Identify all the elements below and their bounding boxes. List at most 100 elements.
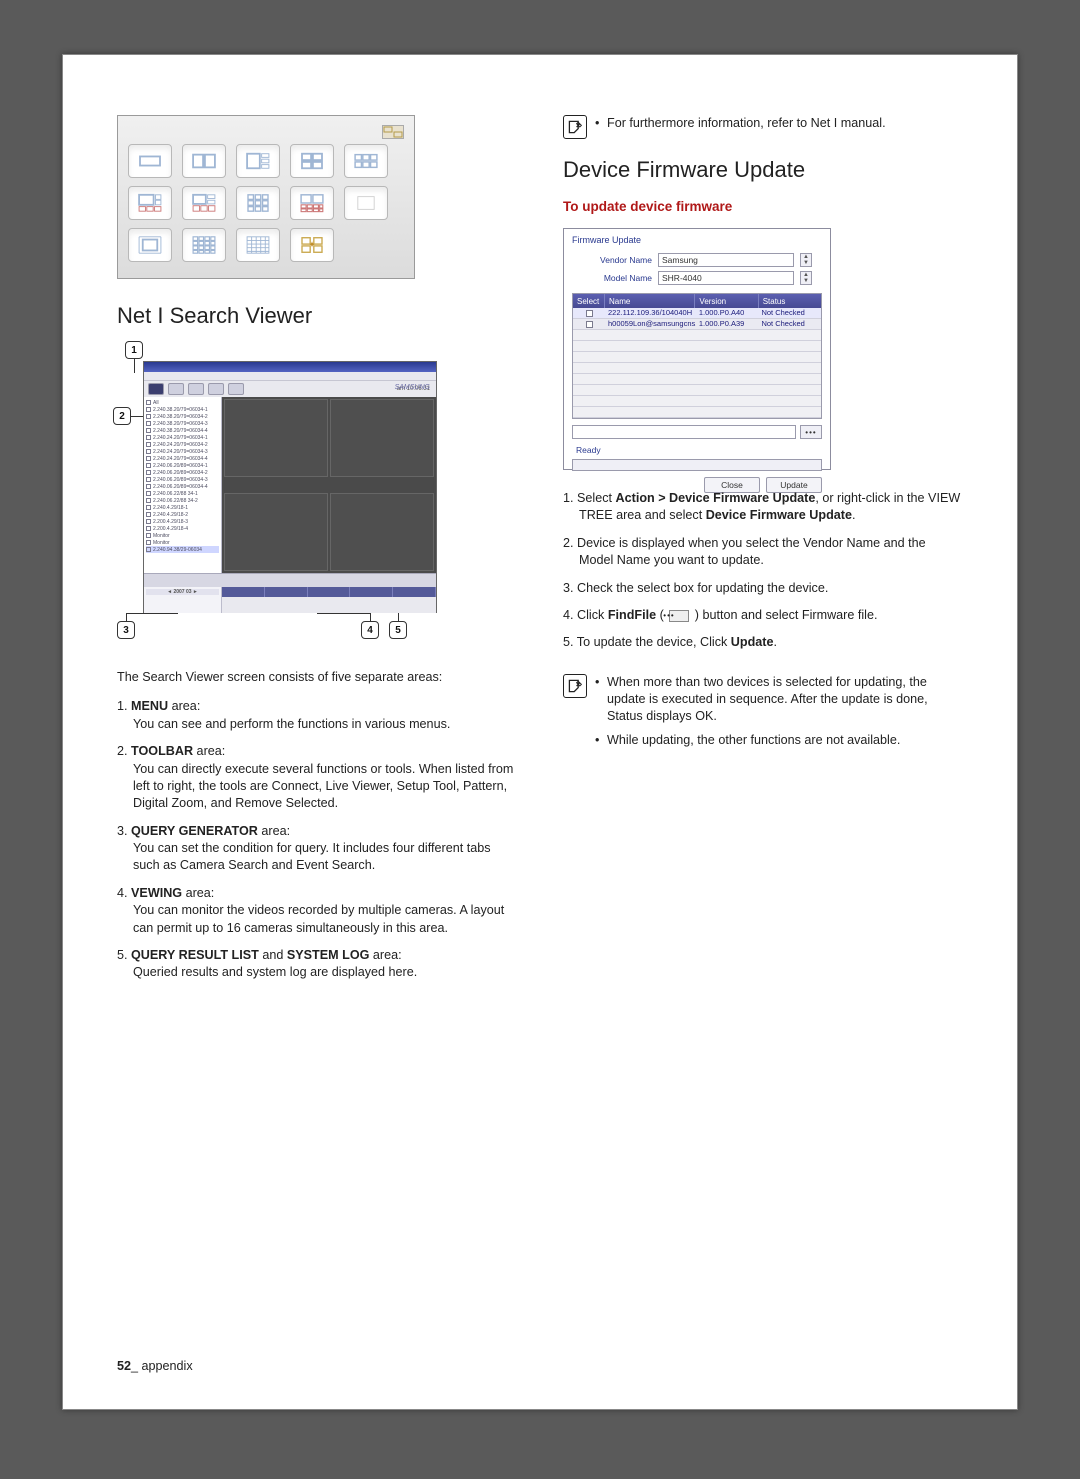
vendor-spin[interactable]: ▲▼ xyxy=(800,253,812,267)
layout-1plus3-icon xyxy=(236,144,280,178)
right-column: For furthermore information, refer to Ne… xyxy=(563,115,963,992)
model-spin[interactable]: ▲▼ xyxy=(800,271,812,285)
vendor-name-combo[interactable]: Samsung xyxy=(658,253,794,267)
sv-area-item: 2. TOOLBAR area:You can directly execute… xyxy=(117,743,517,813)
sv-area-item: 1. MENU area:You can see and perform the… xyxy=(117,698,517,733)
sv-intro-text: The Search Viewer screen consists of fiv… xyxy=(117,669,517,686)
row-checkbox[interactable] xyxy=(586,310,593,317)
page-footer: 52_ appendix xyxy=(117,1359,193,1373)
layout-3x2-icon xyxy=(344,144,388,178)
update-step: 1. Select Action > Device Firmware Updat… xyxy=(563,490,963,525)
table-row[interactable]: 222.112.109.36/104040H1.000.P0.A40Not Ch… xyxy=(573,308,821,319)
callout-1: 1 xyxy=(125,341,143,359)
firmware-update-dialog: Firmware Update Vendor Name Samsung ▲▼ M… xyxy=(563,228,831,470)
callout-5: 5 xyxy=(389,621,407,639)
tree-node: 2.240.06.22/88 34-2 xyxy=(146,497,219,504)
tree-node: 2.240.4.29/18-2 xyxy=(146,511,219,518)
callout-2: 2 xyxy=(113,407,131,425)
table-row-empty: . xyxy=(573,352,821,363)
sv-area-list: 1. MENU area:You can see and perform the… xyxy=(117,698,517,981)
table-row-empty: . xyxy=(573,385,821,396)
tree-node: All xyxy=(146,399,219,406)
note-bottom: When more than two devices is selected f… xyxy=(563,674,963,756)
callout-3: 3 xyxy=(117,621,135,639)
row-checkbox[interactable] xyxy=(586,321,593,328)
th-version: Version xyxy=(695,294,758,308)
fw-progress-bar xyxy=(572,459,822,471)
findfile-inline-icon: ••• xyxy=(669,610,689,622)
model-name-label: Model Name xyxy=(580,273,652,283)
sv-area-item: 5. QUERY RESULT LIST and SYSTEM LOG area… xyxy=(117,947,517,982)
table-row-empty: . xyxy=(573,341,821,352)
tree-node: Monitor xyxy=(146,539,219,546)
tree-node: 2.240.24.20/79=06034-2 xyxy=(146,441,219,448)
sv-calendar: ◄ 2007 03 ► xyxy=(144,587,222,613)
note-icon xyxy=(563,674,587,698)
table-row-empty: . xyxy=(573,374,821,385)
tree-node: 2.240.06.20/89=06034-4 xyxy=(146,483,219,490)
layout-2x2-icon xyxy=(290,144,334,178)
tree-node: 2.240.06.20/89=06034-3 xyxy=(146,476,219,483)
tree-node: 2.240.38.20/79=06034-2 xyxy=(146,413,219,420)
layout-selector-screenshot: ✦ xyxy=(117,115,415,279)
page-number: 52 xyxy=(117,1359,131,1373)
layout-1plus5-icon xyxy=(128,186,172,220)
tree-node: 2.240.24.20/79=06034-4 xyxy=(146,455,219,462)
tree-node: 2.240.38.20/79=06034-4 xyxy=(146,427,219,434)
update-step: 2. Device is displayed when you select t… xyxy=(563,535,963,570)
sv-timeline xyxy=(144,573,436,587)
findfile-button[interactable]: ••• xyxy=(800,425,822,439)
update-step: 3. Check the select box for updating the… xyxy=(563,580,963,597)
toolbar-setup-icon xyxy=(188,383,204,395)
toolbar-connect-icon xyxy=(148,383,164,395)
table-row-empty: . xyxy=(573,396,821,407)
tree-node: 2.200.4.29/18-4 xyxy=(146,525,219,532)
layout-2plus8-icon xyxy=(290,186,334,220)
vendor-name-label: Vendor Name xyxy=(580,255,652,265)
toolbar-zoom-icon xyxy=(228,383,244,395)
layout-1plus7-icon xyxy=(182,186,226,220)
toolbar-live-icon xyxy=(168,383,184,395)
table-row-empty: . xyxy=(573,363,821,374)
fw-dialog-title: Firmware Update xyxy=(572,235,822,245)
note-bottom-item: While updating, the other functions are … xyxy=(595,732,963,749)
callout-4: 4 xyxy=(361,621,379,639)
tree-node: 2.240.24.20/79=06034-1 xyxy=(146,434,219,441)
device-firmware-update-heading: Device Firmware Update xyxy=(563,157,963,183)
layout-4x4-icon xyxy=(182,228,226,262)
table-row[interactable]: h00059Lon@samsungcns...1.000.P0.A39Not C… xyxy=(573,319,821,330)
sv-area-item: 4. VEWING area:You can monitor the video… xyxy=(117,885,517,937)
tree-node: 2.200.4.29/18-3 xyxy=(146,518,219,525)
layout-1x1-icon xyxy=(128,144,172,178)
search-viewer-screenshot: 1 2 3 4 5 xyxy=(117,345,437,645)
sv-view-area xyxy=(222,397,436,573)
note-bottom-item: When more than two devices is selected f… xyxy=(595,674,963,726)
tree-node: 2.240.06.20/89=06034-2 xyxy=(146,469,219,476)
tree-node: 2.240.38.20/79=06034-1 xyxy=(146,406,219,413)
update-step: 4. Click FindFile ( ••• ) button and sel… xyxy=(563,607,963,624)
tree-node: 2.240.38.20/79=06034-3 xyxy=(146,420,219,427)
layout-1plus12-icon xyxy=(128,228,172,262)
net-i-search-viewer-heading: Net I Search Viewer xyxy=(117,303,517,329)
left-column: ✦ Net I Search Viewer 1 2 3 4 5 xyxy=(117,115,517,992)
update-steps-list: 1. Select Action > Device Firmware Updat… xyxy=(563,490,963,652)
firmware-path-input[interactable] xyxy=(572,425,796,439)
window-control-icon xyxy=(382,125,404,139)
footer-label: _ appendix xyxy=(131,1359,193,1373)
tree-node: 2.240.06.20/89=06034-1 xyxy=(146,462,219,469)
layout-blank-icon xyxy=(344,186,388,220)
svg-text:✦: ✦ xyxy=(308,240,316,250)
toolbar-pattern-icon xyxy=(208,383,224,395)
note-top-text: For furthermore information, refer to Ne… xyxy=(595,115,886,132)
table-row-empty: . xyxy=(573,330,821,341)
layout-3x3-icon xyxy=(236,186,280,220)
manual-page: ✦ Net I Search Viewer 1 2 3 4 5 xyxy=(62,54,1018,1410)
note-icon xyxy=(563,115,587,139)
th-status: Status xyxy=(759,294,821,308)
samsung-logo: SAMSUNG xyxy=(395,384,430,391)
tree-node: 2.240.24.20/79=06034-3 xyxy=(146,448,219,455)
table-row-empty: . xyxy=(573,407,821,418)
model-name-combo[interactable]: SHR-4040 xyxy=(658,271,794,285)
fw-table: Select Name Version Status 222.112.109.3… xyxy=(572,293,822,419)
layout-5x5-icon xyxy=(236,228,280,262)
